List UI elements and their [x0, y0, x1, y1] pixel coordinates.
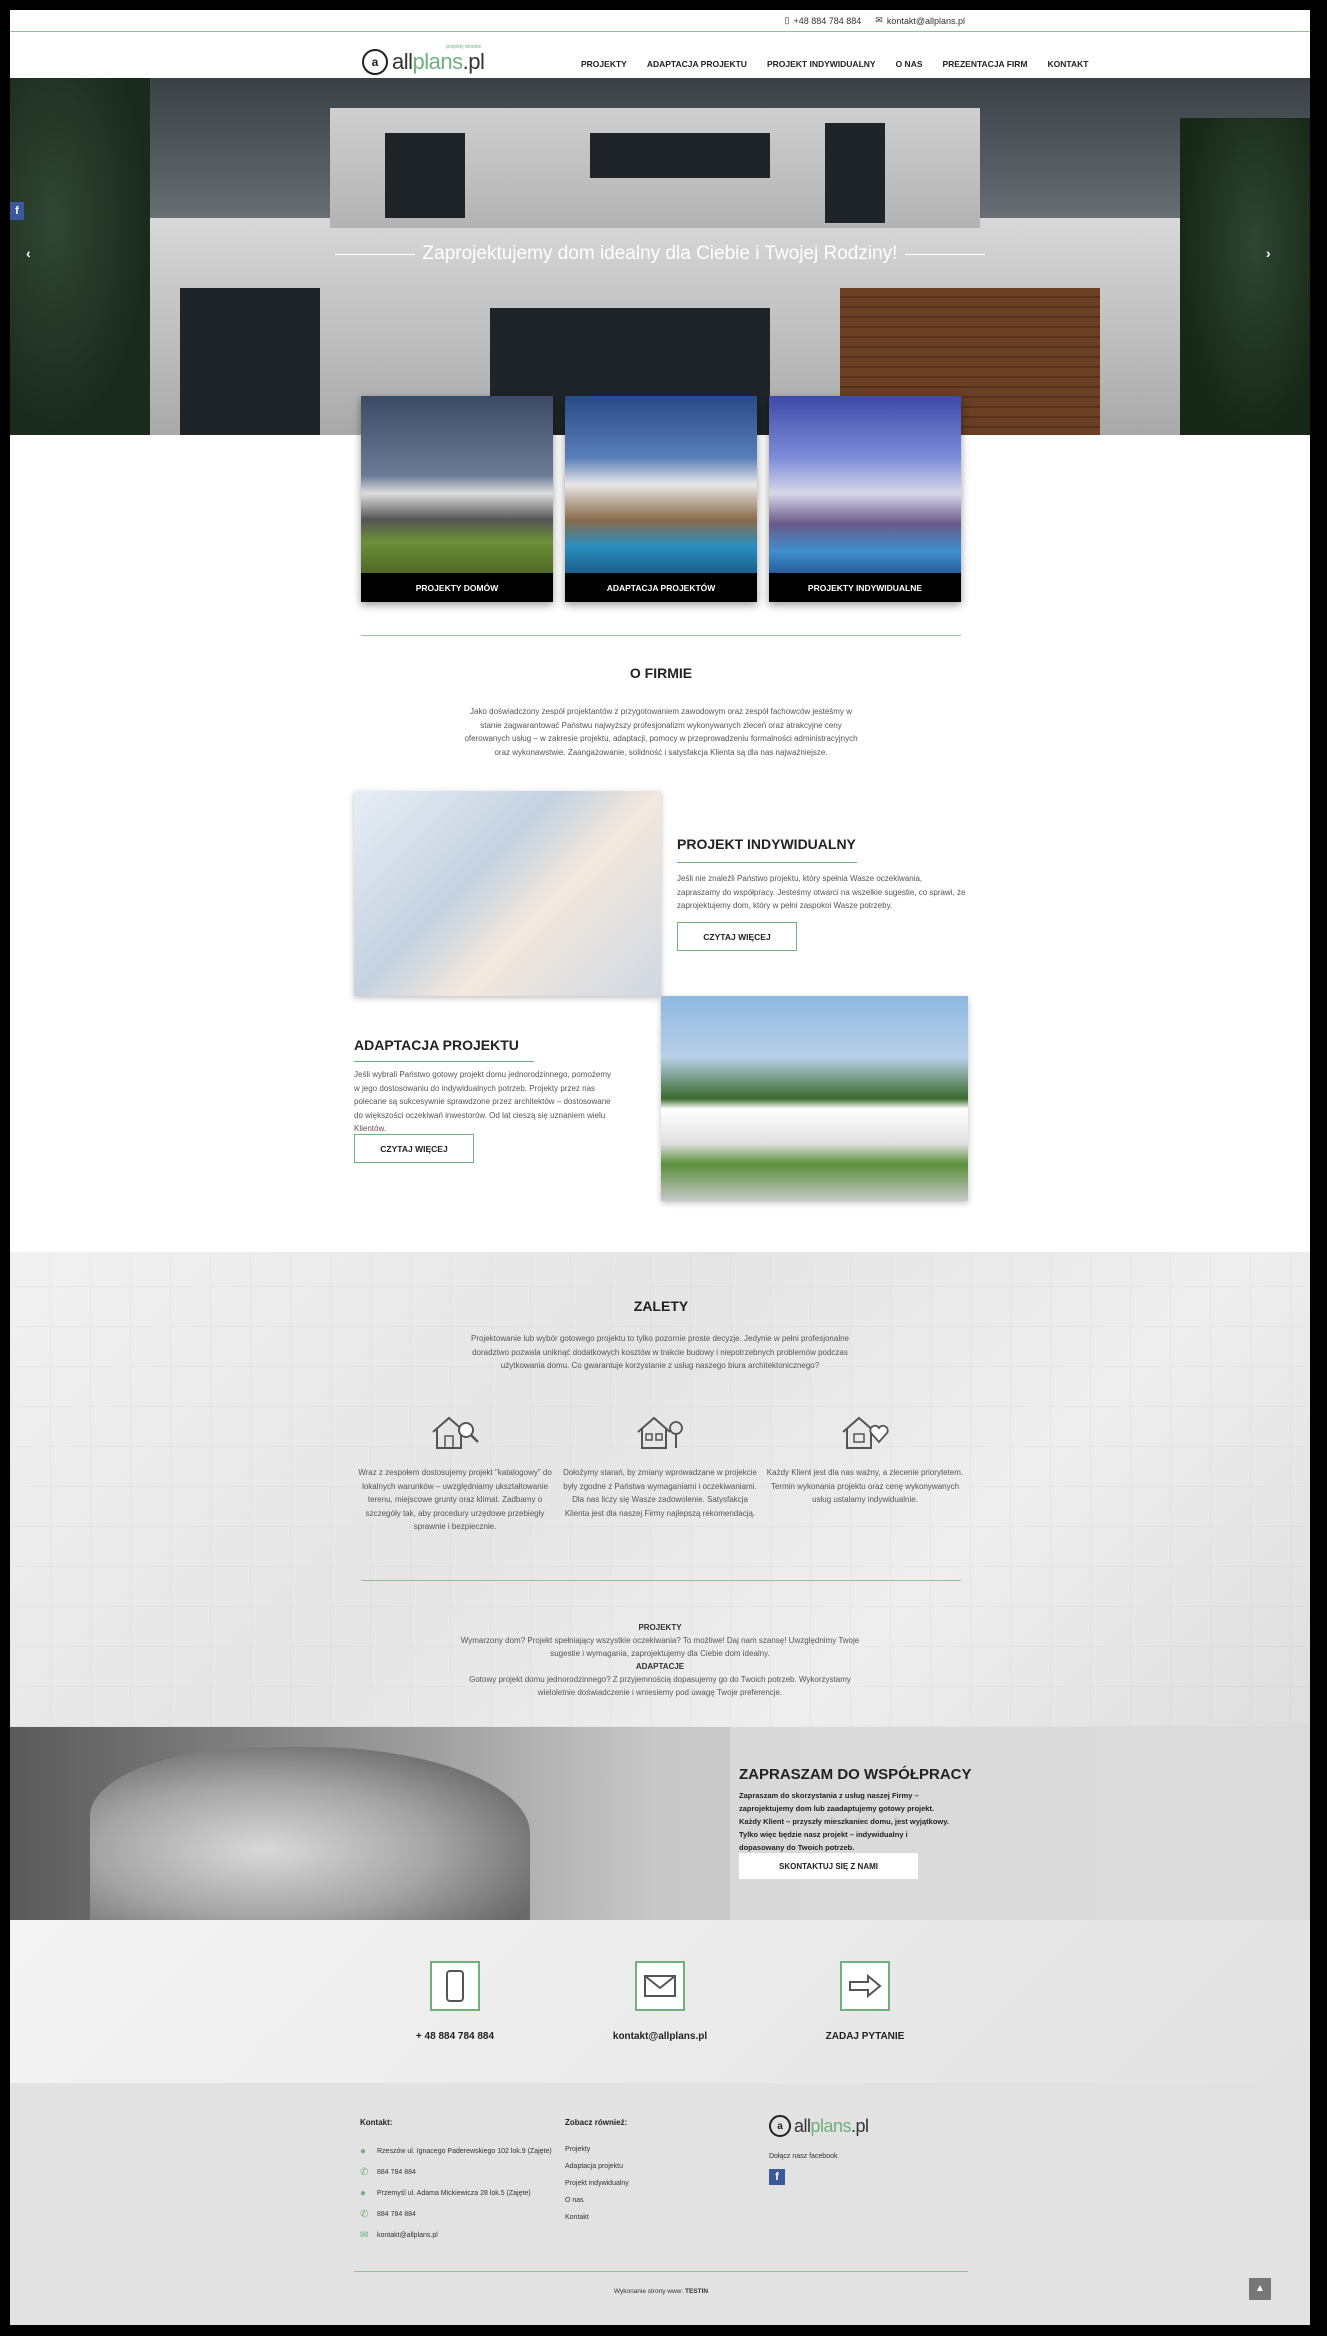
- card-image: [769, 396, 961, 573]
- contact-boxes-section: + 48 884 784 884 kontakt@allplans.pl ZAD…: [10, 1920, 1310, 2083]
- card-label: PROJEKTY INDYWIDUALNE: [807, 582, 923, 593]
- card-label: ADAPTACJA PROJEKTÓW: [606, 582, 716, 593]
- card-adaptacja-projektow[interactable]: ADAPTACJA PROJEKTÓW: [565, 396, 757, 602]
- menu-item-projekty[interactable]: PROJEKTY: [581, 59, 627, 69]
- slider-prev-arrow[interactable]: ‹: [26, 245, 31, 261]
- footer-links-heading: Zobacz również:: [565, 2118, 628, 2127]
- logo-mark: a: [362, 49, 388, 75]
- hero-title: Zaprojektujemy dom idealny dla Ciebie i …: [10, 243, 1310, 265]
- menu-item-prezentacja-firm[interactable]: PREZENTACJA FIRM: [943, 59, 1028, 69]
- topbar-email[interactable]: ✉ kontakt@allplans.pl: [875, 15, 965, 26]
- footer-contact-row[interactable]: ✆ 884 784 884: [360, 2209, 552, 2220]
- arrow-icon: [840, 1961, 890, 2011]
- page: ▯ +48 884 784 884 ✉ kontakt@allplans.pl a …: [10, 10, 1310, 2325]
- footer-link-projekt-indywidualny[interactable]: Projekt indywidualny: [565, 2180, 629, 2187]
- individual-project-image: [354, 791, 661, 996]
- phone-icon: ✆: [360, 2209, 369, 2220]
- zalety-bottom-text: PROJEKTY Wymarzony dom? Projekt spełniaj…: [460, 1623, 860, 1697]
- adaptation-read-more-button[interactable]: CZYTAJ WIĘCEJ: [354, 1134, 474, 1163]
- hero-slider: Zaprojektujemy dom idealny dla Ciebie i …: [10, 78, 1310, 435]
- menu-item-projekt-indywidualny[interactable]: PROJEKT INDYWIDUALNY: [767, 59, 876, 69]
- category-cards: PROJEKTY DOMÓW ADAPTACJA PROJEKTÓW PROJE…: [361, 396, 961, 602]
- contact-box-email[interactable]: kontakt@allplans.pl: [585, 1961, 735, 2042]
- cta-text: Zapraszam do skorzystania z usług naszej…: [739, 1791, 949, 1852]
- zalety-item: Dołożymy starań, by zmiany wprowadzane w…: [560, 1410, 760, 1520]
- card-image: [361, 396, 553, 573]
- individual-text: Jeśli nie znaleźli Państwo projektu, któ…: [677, 874, 966, 910]
- facebook-icon[interactable]: f: [769, 2169, 785, 2185]
- footer-contact-row[interactable]: ✆ 884 784 884: [360, 2167, 552, 2178]
- footer-contact-row[interactable]: ● Rzeszów ul. Ignacego Paderewskiego 102 …: [360, 2146, 552, 2157]
- slider-next-arrow[interactable]: ›: [1266, 245, 1271, 261]
- top-bar: ▯ +48 884 784 884 ✉ kontakt@allplans.pl: [10, 10, 1310, 32]
- logo[interactable]: a allplans.pl projekty domów: [362, 44, 485, 75]
- house-heart-icon: [835, 1410, 895, 1454]
- card-projekty-indywidualne[interactable]: PROJEKTY INDYWIDUALNE: [769, 396, 961, 602]
- menu: PROJEKTY ADAPTACJA PROJEKTU PROJEKT INDY…: [581, 59, 1088, 69]
- zalety-title: ZALETY: [633, 1298, 689, 1314]
- facebook-side-icon[interactable]: f: [10, 202, 24, 220]
- scroll-to-top-button[interactable]: ▲: [1249, 2278, 1271, 2300]
- footer-link-adaptacja[interactable]: Adaptacja projektu: [565, 2163, 629, 2170]
- zalety-item: Wraz z zespołem dostosujemy projekt "kat…: [355, 1410, 555, 1534]
- pin-icon: ●: [360, 2146, 367, 2157]
- footer-logo[interactable]: a allplans.pl: [769, 2115, 869, 2137]
- adaptation-title: ADAPTACJA PROJEKTU: [354, 1037, 519, 1053]
- footer-link-projekty[interactable]: Projekty: [565, 2146, 629, 2153]
- zalety-item: Każdy Klient jest dla nas ważny, a zlece…: [765, 1410, 965, 1507]
- card-image: [565, 396, 757, 573]
- individual-read-more-button[interactable]: CZYTAJ WIĘCEJ: [677, 922, 797, 951]
- hands-image: [90, 1747, 530, 1920]
- house-search-icon: [425, 1410, 485, 1454]
- envelope-icon: [635, 1961, 685, 2011]
- individual-title: PROJEKT INDYWIDUALNY: [677, 836, 856, 852]
- mobile-icon: ▯: [784, 15, 790, 25]
- adaptation-text: Jeśli wybrali Państwo gotowy projekt dom…: [354, 1070, 612, 1133]
- card-projekty-domow[interactable]: PROJEKTY DOMÓW: [361, 396, 553, 602]
- footer-contact-row[interactable]: ● Przemyśl ul. Adama Mickiewicza 28 lok.5…: [360, 2188, 552, 2199]
- about-title: O FIRMIE: [629, 665, 693, 681]
- topbar-phone[interactable]: ▯ +48 884 784 884: [784, 15, 861, 26]
- card-label: PROJEKTY DOMÓW: [415, 582, 499, 593]
- menu-item-adaptacja[interactable]: ADAPTACJA PROJEKTU: [647, 59, 747, 69]
- footer-contact-row[interactable]: ✉ kontakt@allplans.pl: [360, 2230, 552, 2241]
- menu-item-kontakt[interactable]: KONTAKT: [1048, 59, 1089, 69]
- adaptation-image: [661, 996, 968, 1201]
- contact-box-ask[interactable]: ZADAJ PYTANIE: [790, 1961, 940, 2042]
- cta-title: ZAPRASZAM DO WSPÓŁPRACY: [739, 1766, 972, 1783]
- footer-credits: Wykonanie strony www: TESTIN: [613, 2288, 709, 2295]
- footer-link-o-nas[interactable]: O nas: [565, 2197, 629, 2204]
- about-text: Jako doświadczony zespół projektantów z …: [464, 707, 858, 757]
- contact-box-phone[interactable]: + 48 884 784 884: [380, 1961, 530, 2042]
- footer: Kontakt: ● Rzeszów ul. Ignacego Paderewsk…: [10, 2083, 1310, 2325]
- zalety-section: ZALETY Projektowanie lub wybór gotowego …: [10, 1252, 1310, 1727]
- phone-icon: ✆: [360, 2167, 369, 2178]
- mail-icon: ✉: [360, 2230, 369, 2241]
- contact-us-button[interactable]: SKONTAKTUJ SIĘ Z NAMI: [739, 1853, 918, 1879]
- zalety-intro: Projektowanie lub wybór gotowego projekt…: [471, 1334, 849, 1370]
- phone-icon: [430, 1961, 480, 2011]
- logo-subtitle: projekty domów: [446, 44, 482, 50]
- footer-contact-heading: Kontakt:: [360, 2118, 393, 2127]
- section-divider: [361, 635, 961, 636]
- cta-section: ZAPRASZAM DO WSPÓŁPRACY Zapraszam do sko…: [10, 1727, 1310, 1920]
- pin-icon: ●: [360, 2188, 367, 2199]
- menu-item-o-nas[interactable]: O NAS: [896, 59, 923, 69]
- footer-link-kontakt[interactable]: Kontakt: [565, 2214, 629, 2221]
- footer-links: Projekty Adaptacja projektu Projekt indy…: [565, 2146, 629, 2221]
- footer-fb-text: Dołącz nasz facebook: [769, 2153, 838, 2160]
- logo-text: allplans.pl: [392, 49, 485, 74]
- envelope-icon: ✉: [875, 15, 883, 25]
- house-tree-icon: [630, 1410, 690, 1454]
- footer-contact-list: ● Rzeszów ul. Ignacego Paderewskiego 102 …: [360, 2146, 552, 2241]
